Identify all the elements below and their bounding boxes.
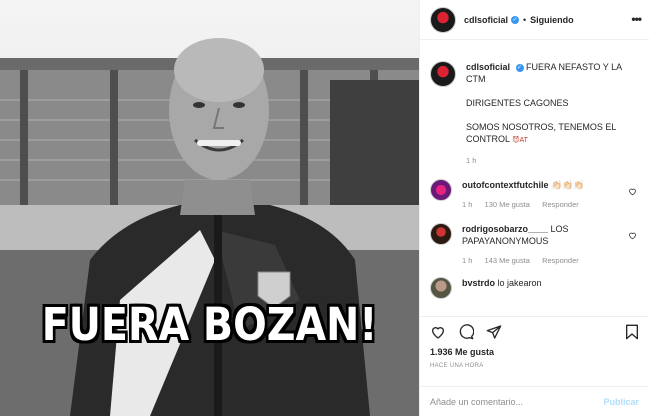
comment-likes[interactable]: 143 Me gusta — [485, 256, 530, 265]
caption-line-2: DIRIGENTES CAGONES — [466, 98, 569, 108]
comment-text: 👏🏻👏🏻👏🏻 — [551, 180, 585, 190]
likes-count[interactable]: 1.936 Me gusta — [420, 347, 649, 357]
image-caption-text: FUERA BOZAN! — [41, 298, 378, 351]
like-comment-heart-icon[interactable] — [628, 231, 637, 240]
caption-comment: cdlsoficial ✓ FUERA NEFASTO Y LA CTM DIR… — [420, 41, 649, 167]
commenter-username[interactable]: bvstrdo — [462, 278, 495, 288]
comment-item: rodrigosobarzo____ LOS PAPAYANONYMOUS 1 … — [420, 223, 649, 267]
comment-item: outofcontextfutchile 👏🏻👏🏻👏🏻 1 h 130 Me g… — [420, 179, 649, 211]
author-username[interactable]: cdlsoficial — [464, 15, 508, 25]
comment-time[interactable]: 1 h — [462, 200, 472, 209]
post-header: cdlsoficial ✓ • Siguiendo ••• — [420, 0, 649, 40]
caption-time[interactable]: 1 h — [466, 156, 476, 165]
comment-compose: Publicar — [420, 386, 649, 416]
commenter-avatar[interactable] — [430, 277, 452, 299]
share-paper-plane-icon[interactable] — [486, 324, 502, 340]
caption-author-avatar[interactable] — [430, 61, 456, 87]
verified-badge-icon: ✓ — [511, 15, 520, 24]
more-options-icon[interactable]: ••• — [631, 12, 642, 26]
comment-bubble-icon[interactable] — [458, 324, 474, 340]
publish-button[interactable]: Publicar — [603, 397, 639, 407]
comment-item: bvstrdo lo jakearon — [420, 277, 649, 299]
comments-list[interactable]: cdlsoficial ✓ FUERA NEFASTO Y LA CTM DIR… — [420, 41, 649, 315]
verified-badge-icon: ✓ — [515, 63, 524, 72]
comment-text: lo jakearon — [497, 278, 542, 288]
comment-time[interactable]: 1 h — [462, 256, 472, 265]
commenter-avatar[interactable] — [430, 179, 452, 201]
reply-button[interactable]: Responder — [542, 256, 579, 265]
follow-status-button[interactable]: Siguiendo — [530, 15, 574, 25]
reply-button[interactable]: Responder — [542, 200, 579, 209]
comment-likes[interactable]: 130 Me gusta — [485, 200, 530, 209]
author-avatar[interactable] — [430, 6, 456, 33]
commenter-username[interactable]: rodrigosobarzo____ — [462, 224, 548, 234]
commenter-avatar[interactable] — [430, 223, 452, 245]
like-heart-icon[interactable] — [430, 324, 446, 340]
caption-author-username[interactable]: cdlsoficial — [466, 62, 510, 72]
post-image[interactable]: FUERA BOZAN! — [0, 0, 419, 416]
caption-emoji: 😈AT — [512, 137, 528, 144]
save-bookmark-icon[interactable] — [625, 324, 639, 340]
commenter-username[interactable]: outofcontextfutchile — [462, 180, 549, 190]
caption-line-3: SOMOS NOSOTROS, TENEMOS EL CONTROL — [466, 122, 617, 144]
post-timestamp[interactable]: HACE UNA HORA — [420, 357, 649, 369]
stadium-photo — [0, 0, 419, 416]
comment-input[interactable] — [430, 396, 604, 407]
post-sidebar: cdlsoficial ✓ • Siguiendo ••• cdlsoficia… — [419, 0, 649, 416]
header-separator: • — [523, 14, 527, 25]
like-comment-heart-icon[interactable] — [628, 187, 637, 196]
